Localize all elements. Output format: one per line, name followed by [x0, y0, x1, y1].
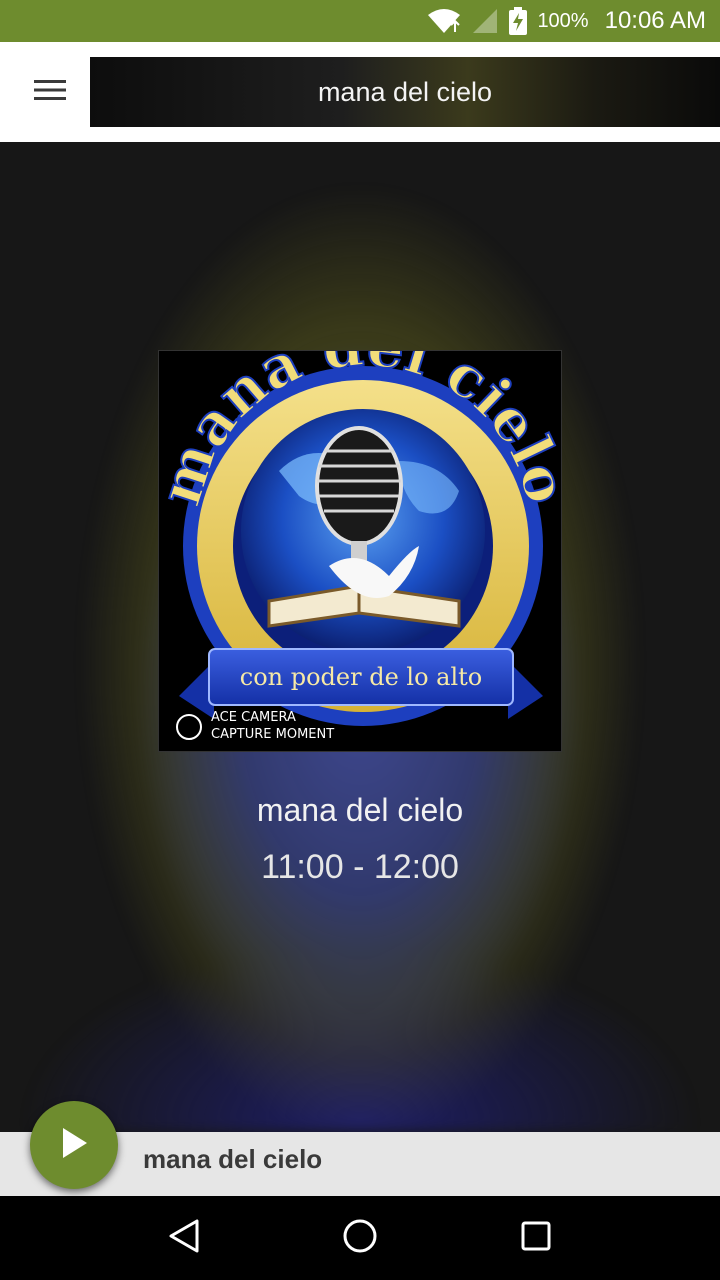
svg-text:CAPTURE MOMENT: CAPTURE MOMENT: [211, 727, 334, 742]
home-button[interactable]: [320, 1198, 400, 1278]
title-banner: mana del cielo: [90, 57, 720, 127]
home-icon: [342, 1218, 378, 1259]
program-time: 11:00 - 12:00: [261, 848, 459, 886]
recents-button[interactable]: [496, 1198, 576, 1278]
back-icon: [167, 1218, 201, 1259]
hamburger-menu-icon: [33, 78, 67, 107]
station-artwork: mana del cielo con poder de lo alto: [158, 350, 562, 752]
back-button[interactable]: [144, 1198, 224, 1278]
mini-player-title: mana del cielo: [143, 1144, 323, 1174]
status-clock: 10:06 AM: [604, 7, 706, 34]
battery-percentage: 100%: [537, 9, 589, 32]
menu-button[interactable]: [14, 62, 86, 122]
svg-text:con poder de lo alto: con poder de lo alto: [240, 663, 482, 691]
battery-charging-icon: [509, 7, 528, 35]
signal-icon: [471, 8, 499, 34]
play-icon: [59, 1126, 89, 1165]
station-name: mana del cielo: [256, 792, 464, 828]
play-button[interactable]: [30, 1101, 118, 1189]
svg-text:ACE CAMERA: ACE CAMERA: [211, 710, 296, 725]
status-bar: 100% 10:06 AM: [0, 0, 720, 42]
navigation-bar: [0, 1196, 720, 1280]
wifi-icon: [427, 8, 461, 34]
app-title: mana del cielo: [317, 76, 493, 107]
recents-icon: [520, 1220, 552, 1257]
app-bar: mana del cielo: [0, 42, 720, 142]
now-playing-area: mana del cielo con poder de lo alto: [0, 142, 720, 1132]
